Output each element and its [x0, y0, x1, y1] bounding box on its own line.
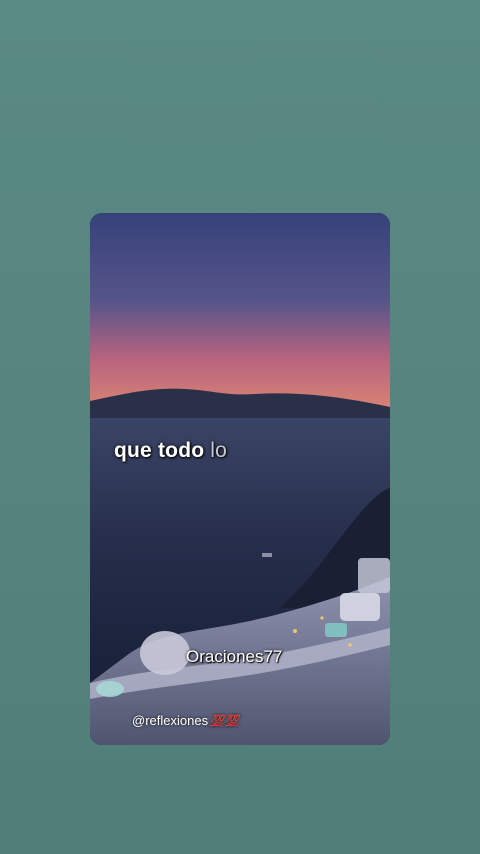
channel-watermark: Oraciones77: [186, 647, 283, 666]
author-handle[interactable]: @reflexiones 💯 💯: [132, 713, 239, 728]
subtitle-caption: que todo lo: [114, 439, 227, 463]
video-card[interactable]: que todo lo Oraciones77 @reflexiones 💯 💯: [90, 213, 390, 745]
handle-text: @reflexiones: [132, 713, 209, 728]
caption-upcoming-word: lo: [210, 439, 228, 462]
hundred-emoji-icon: 💯: [210, 715, 224, 727]
hundred-emoji-icon: 💯: [225, 715, 239, 727]
caption-current-words: que todo: [114, 439, 205, 462]
